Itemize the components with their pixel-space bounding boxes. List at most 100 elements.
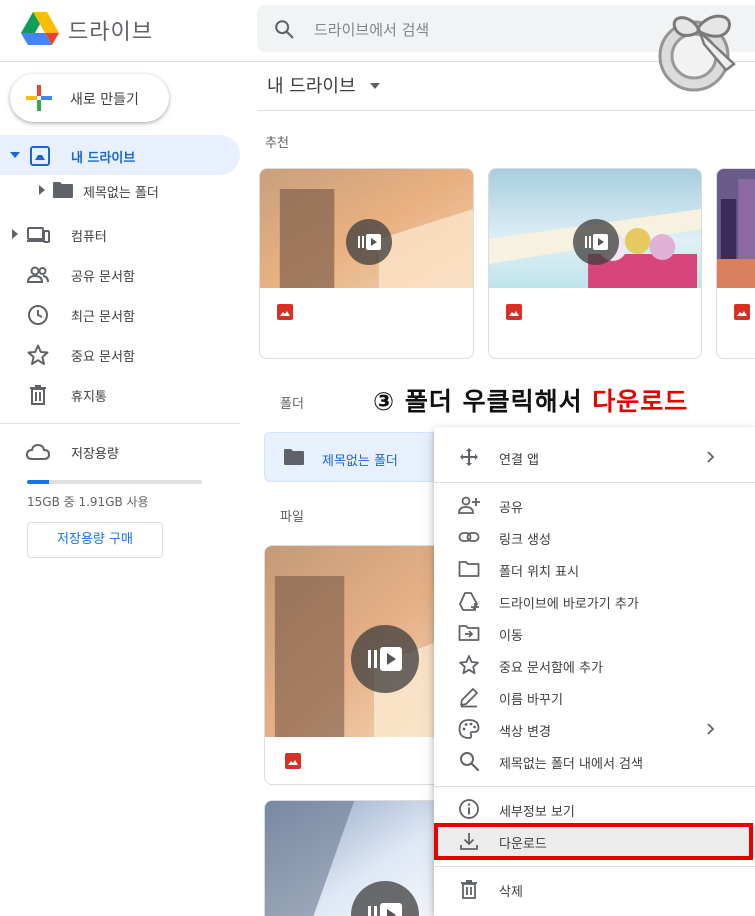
search-input[interactable]: 드라이브에서 검색 [314, 19, 429, 40]
sidebar-item-label: 컴퓨터 [71, 230, 107, 245]
sidebar-item-label: 제목없는 폴더 [83, 186, 159, 201]
buy-storage-button[interactable]: 저장용량 구매 [27, 522, 163, 558]
menu-item-share[interactable]: 공유 [434, 489, 755, 521]
download-highlight-box [434, 823, 753, 860]
star-outline-icon [459, 655, 479, 675]
menu-divider [434, 482, 755, 483]
play-icon[interactable] [346, 219, 392, 265]
folder-name: 제목없는 폴더 [322, 454, 398, 469]
chevron-right-icon [707, 451, 715, 463]
sidebar-item-starred[interactable]: 중요 문서함 [0, 334, 240, 374]
new-button-label: 새로 만들기 [70, 92, 139, 108]
menu-item-label: 이동 [499, 629, 523, 644]
sidebar-item-untitled-folder[interactable]: 제목없는 폴더 [0, 170, 240, 210]
chevron-right-icon [707, 723, 715, 735]
pencil-icon [460, 688, 478, 708]
sidebar-item-label: 중요 문서함 [71, 350, 135, 365]
menu-item-label: 색상 변경 [499, 725, 551, 740]
menu-item-add-starred[interactable]: 중요 문서함에 추가 [434, 649, 755, 681]
add-shortcut-icon [459, 592, 479, 611]
play-icon[interactable] [351, 625, 419, 693]
drive-logo-icon[interactable] [21, 11, 59, 47]
video-thumbnail [717, 169, 755, 288]
star-icon [27, 344, 49, 365]
suggested-file-card[interactable] [259, 168, 474, 359]
search-icon [460, 752, 480, 772]
folder-item[interactable]: 제목없는 폴더 [264, 432, 444, 482]
menu-item-get-link[interactable]: 링크 생성 [434, 521, 755, 553]
menu-item-view-details[interactable]: 세부정보 보기 [434, 793, 755, 825]
menu-item-rename[interactable]: 이름 바꾸기 [434, 681, 755, 713]
section-label-folders: 폴더 [280, 397, 304, 412]
menu-item-label: 공유 [499, 501, 523, 516]
sidebar-item-shared[interactable]: 공유 문서함 [0, 254, 240, 294]
menu-item-search-within[interactable]: 제목없는 폴더 내에서 검색 [434, 745, 755, 777]
image-file-icon [506, 304, 522, 320]
sidebar-item-trash[interactable]: 휴지통 [0, 374, 240, 414]
instruction-text: ③ 폴더 우클릭해서 [373, 387, 593, 416]
instruction-highlight: 다운로드 [592, 387, 689, 416]
app-title: 드라이브 [68, 20, 153, 45]
menu-divider [434, 866, 755, 867]
palette-icon [458, 719, 480, 739]
menu-item-show-location[interactable]: 폴더 위치 표시 [434, 553, 755, 585]
sidebar-item-label: 최근 문서함 [71, 310, 135, 325]
sidebar-item-storage[interactable]: 저장용량 [0, 431, 240, 471]
menu-item-label: 연결 앱 [499, 453, 540, 468]
menu-item-open-with[interactable]: 연결 앱 [434, 441, 755, 473]
section-label-files: 파일 [280, 510, 304, 525]
storage-label: 저장용량 [71, 447, 119, 462]
suggested-file-card[interactable] [716, 168, 755, 359]
chevron-right-icon[interactable] [36, 184, 48, 196]
chevron-right-icon[interactable] [9, 228, 21, 240]
cloud-icon [26, 443, 50, 460]
menu-item-add-shortcut[interactable]: 드라이브에 바로가기 추가 [434, 585, 755, 617]
folder-icon [284, 449, 304, 465]
search-icon[interactable] [273, 18, 295, 40]
new-button[interactable]: 새로 만들기 [10, 74, 169, 122]
menu-item-delete[interactable]: 삭제 [434, 873, 755, 905]
storage-progress-bar [27, 480, 202, 484]
shared-icon [26, 266, 49, 283]
menu-item-label: 삭제 [499, 885, 523, 900]
image-file-icon [285, 753, 301, 769]
sidebar-item-my-drive[interactable]: 내 드라이브 [0, 135, 240, 175]
menu-item-label: 세부정보 보기 [499, 805, 575, 820]
computers-icon [27, 227, 50, 243]
storage-usage-text: 15GB 중 1.91GB 사용 [27, 495, 149, 509]
instruction-caption: ③ 폴더 우클릭해서 다운로드 [373, 382, 688, 418]
trash-icon [461, 880, 477, 899]
menu-item-label: 이름 바꾸기 [499, 693, 563, 708]
link-icon [458, 532, 480, 542]
trash-icon [30, 385, 46, 405]
storage-progress-fill [27, 480, 50, 484]
info-icon [459, 799, 479, 819]
play-icon[interactable] [351, 881, 419, 916]
menu-item-label: 중요 문서함에 추가 [499, 661, 603, 676]
sidebar-item-label: 공유 문서함 [71, 270, 135, 285]
plus-icon [26, 85, 52, 111]
suggested-file-card[interactable] [488, 168, 702, 359]
expand-caret-icon[interactable] [9, 149, 21, 161]
sidebar-item-computers[interactable]: 컴퓨터 [0, 214, 240, 254]
image-file-icon [277, 304, 293, 320]
share-person-icon [458, 496, 480, 514]
section-label-suggested: 추천 [265, 136, 289, 151]
sidebar-item-label: 휴지통 [71, 390, 107, 405]
clock-icon [28, 305, 48, 325]
menu-item-label: 드라이브에 바로가기 추가 [499, 597, 639, 612]
sidebar-item-label: 내 드라이브 [71, 151, 136, 166]
ribbon-stamp-icon [658, 14, 736, 92]
menu-item-label: 제목없는 폴더 내에서 검색 [499, 757, 643, 772]
folder-outline-icon [458, 561, 480, 577]
top-bar: 드라이브 드라이브에서 검색 [0, 0, 755, 62]
play-icon[interactable] [573, 219, 619, 265]
menu-item-move[interactable]: 이동 [434, 617, 755, 649]
chevron-down-icon[interactable] [370, 83, 380, 89]
menu-divider [434, 786, 755, 787]
breadcrumb[interactable]: 내 드라이브 [267, 72, 356, 98]
menu-item-change-color[interactable]: 색상 변경 [434, 713, 755, 745]
menu-item-label: 링크 생성 [499, 533, 551, 548]
sidebar-item-recent[interactable]: 최근 문서함 [0, 294, 240, 334]
open-with-icon [460, 448, 478, 466]
